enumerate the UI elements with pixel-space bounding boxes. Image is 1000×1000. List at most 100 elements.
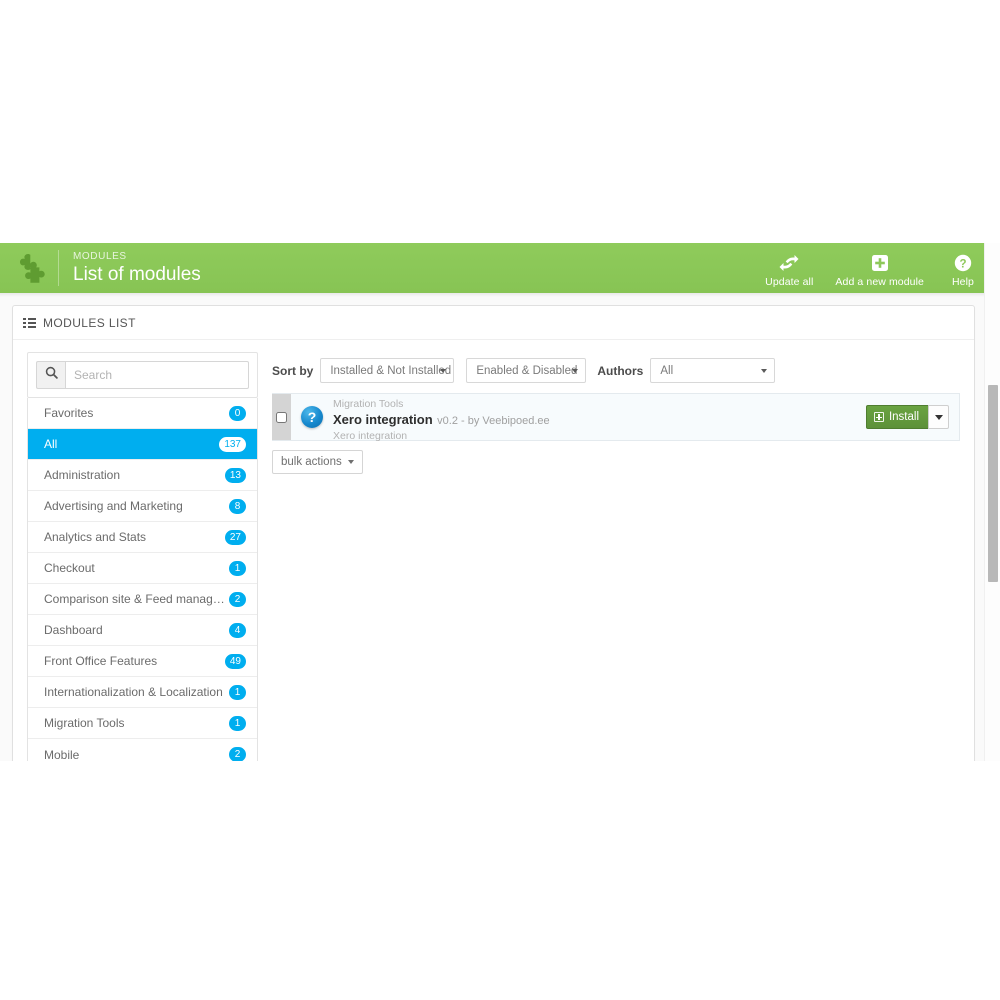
search-container xyxy=(27,352,258,398)
page-titles: MODULES List of modules xyxy=(73,251,765,285)
module-select-checkbox[interactable] xyxy=(276,411,287,423)
installed-filter-select[interactable]: Installed & Not Installed xyxy=(320,358,455,383)
update-all-button[interactable]: Update all xyxy=(765,253,813,288)
chevron-down-icon xyxy=(934,414,943,420)
install-button-group: Install xyxy=(865,405,949,429)
vertical-scrollbar[interactable] xyxy=(984,243,1000,761)
category-label: All xyxy=(44,437,58,451)
category-count-badge: 8 xyxy=(229,498,246,514)
list-icon xyxy=(23,318,36,328)
category-item-all[interactable]: All 137 xyxy=(28,429,257,460)
module-name: Xero integration xyxy=(333,412,433,428)
category-item-mobile[interactable]: Mobile 2 xyxy=(28,739,257,761)
category-label: Comparison site & Feed management xyxy=(44,592,229,606)
admin-page-viewport: MODULES List of modules Update all Add a… xyxy=(0,243,1000,761)
breadcrumb: MODULES xyxy=(73,251,127,262)
chevron-down-icon xyxy=(572,368,579,373)
authors-filter-value: All xyxy=(660,364,674,377)
authors-label: Authors xyxy=(597,363,644,378)
installed-filter-value: Installed & Not Installed xyxy=(330,364,452,377)
category-item-analytics-and-stats[interactable]: Analytics and Stats 27 xyxy=(28,522,257,553)
category-label: Dashboard xyxy=(44,623,103,637)
authors-filter-select[interactable]: All xyxy=(650,358,776,383)
bulk-actions-row: bulk actions xyxy=(272,441,960,474)
filter-bar: Sort by Installed & Not Installed Enable… xyxy=(272,352,960,383)
category-count-badge: 27 xyxy=(224,529,246,545)
update-all-label: Update all xyxy=(765,275,814,288)
search-input[interactable] xyxy=(65,361,249,389)
module-description: Xero integration xyxy=(333,430,408,443)
category-item-administration[interactable]: Administration 13 xyxy=(28,460,257,491)
category-label: Favorites xyxy=(44,406,94,420)
category-item-checkout[interactable]: Checkout 1 xyxy=(28,553,257,584)
category-count-badge: 0 xyxy=(229,405,246,421)
install-button-label: Install xyxy=(888,411,919,423)
category-count-badge: 1 xyxy=(229,715,246,731)
svg-text:?: ? xyxy=(959,258,966,270)
module-version-author: v0.2 - by Veebipoed.ee xyxy=(437,415,550,428)
category-label: Administration xyxy=(44,468,121,482)
category-item-comparison-site-feed-management[interactable]: Comparison site & Feed management 2 xyxy=(28,584,257,615)
modules-column: Sort by Installed & Not Installed Enable… xyxy=(258,352,974,474)
module-row: ? Migration Tools Xero integration v0.2 … xyxy=(272,393,960,443)
category-item-advertising-and-marketing[interactable]: Advertising and Marketing 8 xyxy=(28,491,257,522)
category-label: Analytics and Stats xyxy=(44,530,147,544)
install-button[interactable]: Install xyxy=(865,405,928,429)
add-new-module-button[interactable]: Add a new module xyxy=(835,253,924,288)
module-actions: Install xyxy=(865,394,959,440)
category-label: Checkout xyxy=(44,561,95,575)
page-body: MODULES LIST Search Favorites 0 All 137 … xyxy=(0,293,1000,761)
help-label: Help xyxy=(952,275,974,288)
module-info: Migration Tools Xero integration v0.2 - … xyxy=(333,394,866,443)
search-box xyxy=(36,361,249,389)
plus-square-icon xyxy=(873,412,884,422)
bulk-actions-label: bulk actions xyxy=(281,456,342,468)
module-checkbox-cell xyxy=(272,394,291,440)
chevron-down-icon xyxy=(761,368,768,373)
panel-title: MODULES LIST xyxy=(43,316,136,330)
scrollbar-thumb[interactable] xyxy=(988,385,998,582)
category-label: Migration Tools xyxy=(44,716,125,730)
module-icon-cell: ? xyxy=(291,394,333,440)
add-new-module-label: Add a new module xyxy=(835,275,924,288)
module-category: Migration Tools xyxy=(333,398,404,410)
category-count-badge: 1 xyxy=(229,684,246,700)
panel-header: MODULES LIST xyxy=(13,306,974,340)
puzzle-piece-icon xyxy=(10,246,54,290)
help-button[interactable]: ? Help xyxy=(946,253,980,288)
modules-list-panel: MODULES LIST Search Favorites 0 All 137 … xyxy=(12,305,975,761)
sort-by-label: Sort by xyxy=(272,363,314,378)
chevron-down-icon xyxy=(440,368,447,373)
category-count-badge: 1 xyxy=(229,560,246,576)
category-list: Favorites 0 All 137 Administration 13 Ad… xyxy=(27,398,258,761)
panel-body: Favorites 0 All 137 Administration 13 xyxy=(13,340,974,761)
question-circle-icon: ? xyxy=(953,253,973,274)
category-count-badge: 137 xyxy=(219,436,246,452)
plus-square-icon xyxy=(870,253,890,274)
refresh-icon xyxy=(779,253,799,274)
enabled-filter-select[interactable]: Enabled & Disabled xyxy=(466,358,587,383)
search-button[interactable] xyxy=(36,361,65,389)
category-item-dashboard[interactable]: Dashboard 4 xyxy=(28,615,257,646)
category-count-badge: 2 xyxy=(229,591,246,607)
header-divider xyxy=(58,250,59,286)
category-count-badge: 49 xyxy=(224,653,246,669)
chevron-down-icon xyxy=(347,460,354,464)
page-header: MODULES List of modules Update all Add a… xyxy=(0,243,1000,293)
module-title-line: Xero integration v0.2 - by Veebipoed.ee xyxy=(333,411,866,429)
category-item-front-office-features[interactable]: Front Office Features 49 xyxy=(28,646,257,677)
enabled-filter-value: Enabled & Disabled xyxy=(476,364,578,377)
category-item-internationalization-localization[interactable]: Internationalization & Localization 1 xyxy=(28,677,257,708)
category-count-badge: 13 xyxy=(224,467,246,483)
install-dropdown-toggle[interactable] xyxy=(928,405,949,429)
bulk-actions-button[interactable]: bulk actions xyxy=(272,450,363,474)
header-actions: Update all Add a new module ? Help xyxy=(765,249,980,288)
categories-column: Favorites 0 All 137 Administration 13 xyxy=(13,352,258,761)
category-label: Front Office Features xyxy=(44,654,158,668)
question-mark-module-icon: ? xyxy=(301,406,323,428)
category-label: Internationalization & Localization xyxy=(44,685,223,699)
category-label: Advertising and Marketing xyxy=(44,499,183,513)
category-item-favorites[interactable]: Favorites 0 xyxy=(28,398,257,429)
category-item-migration-tools[interactable]: Migration Tools 1 xyxy=(28,708,257,739)
category-count-badge: 2 xyxy=(229,747,246,761)
